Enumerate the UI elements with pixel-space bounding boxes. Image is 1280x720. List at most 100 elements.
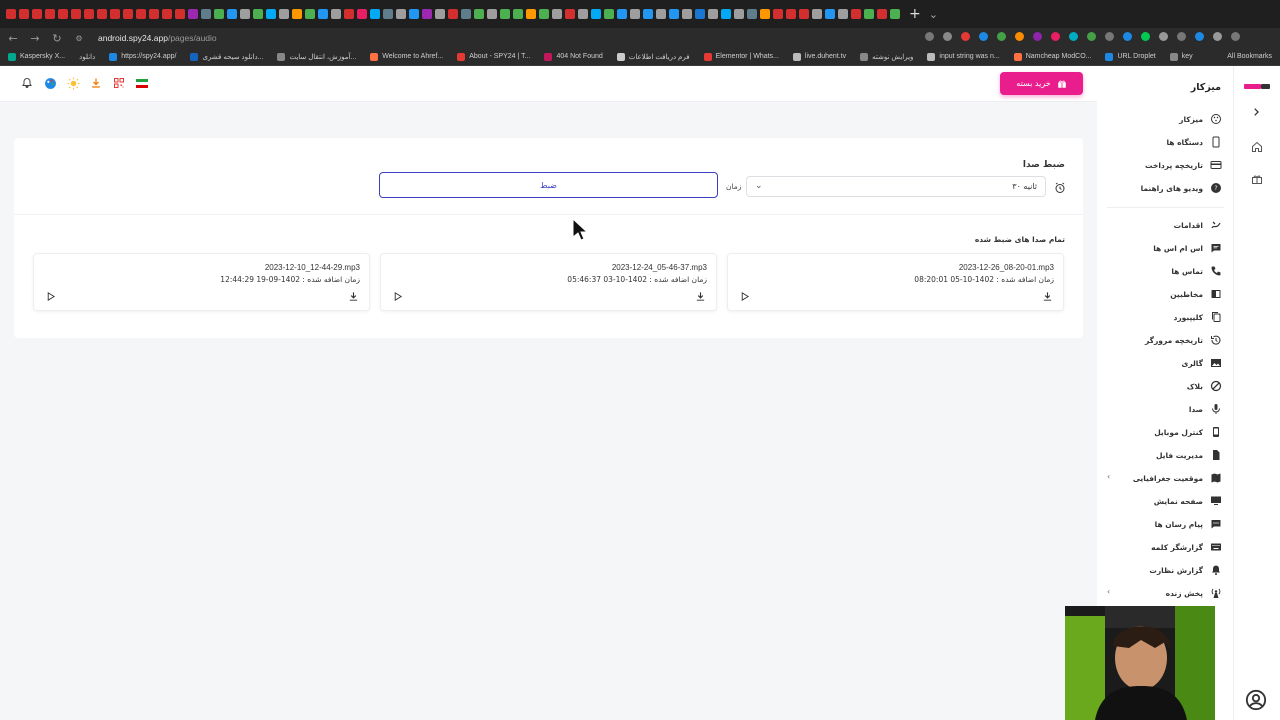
forward-icon[interactable]: → [26, 32, 44, 45]
sidebar-item-file-manager[interactable]: مدیریت فایل [1098, 446, 1223, 464]
extension-icon[interactable] [1123, 32, 1132, 41]
tab-favicon[interactable] [97, 9, 107, 19]
tab-favicon[interactable] [84, 9, 94, 19]
tab-favicon[interactable] [890, 9, 900, 19]
bookmark-item[interactable]: دانلود [79, 53, 95, 61]
buy-package-button[interactable]: خرید بسته [1000, 72, 1083, 95]
bookmark-star-icon[interactable] [943, 32, 952, 41]
notification-bell-icon[interactable] [20, 76, 34, 90]
sidebar-item-payment-history[interactable]: تاریخچه پرداخت [1098, 156, 1223, 174]
download-icon[interactable] [695, 287, 706, 306]
extension-icon[interactable] [979, 32, 988, 41]
extension-icon[interactable] [1105, 32, 1114, 41]
tab-favicon[interactable] [747, 9, 757, 19]
tab-favicon[interactable] [526, 9, 536, 19]
gift-icon[interactable] [1251, 170, 1263, 189]
tab-favicon[interactable] [435, 9, 445, 19]
home-icon[interactable] [1251, 138, 1263, 157]
tab-favicon[interactable] [19, 9, 29, 19]
tab-favicon[interactable] [266, 9, 276, 19]
record-button[interactable]: ضبط [379, 172, 718, 198]
tab-favicon[interactable] [786, 9, 796, 19]
download-icon[interactable] [89, 76, 103, 90]
tab-favicon[interactable] [500, 9, 510, 19]
sun-icon[interactable] [66, 76, 80, 90]
tab-favicon[interactable] [214, 9, 224, 19]
address-bar[interactable]: android.spy24.app/pages/audio [98, 33, 217, 43]
sidebar-item-dashboard[interactable]: میزکار [1098, 110, 1223, 128]
tab-favicon[interactable] [461, 9, 471, 19]
bookmark-item[interactable]: About - SPY24 | T... [457, 52, 530, 61]
extension-icon[interactable] [1087, 32, 1096, 41]
extension-icon[interactable] [1015, 32, 1024, 41]
sidebar-item-screen[interactable]: صفحه نمایش [1098, 492, 1223, 510]
bookmark-item[interactable]: live.duhent.tv [792, 52, 846, 61]
tab-favicon[interactable] [344, 9, 354, 19]
tab-favicon[interactable] [565, 9, 575, 19]
tab-favicon[interactable] [617, 9, 627, 19]
tab-favicon[interactable] [279, 9, 289, 19]
sidebar-item-monitoring-report[interactable]: گزارش نظارت [1098, 561, 1223, 579]
site-info-icon[interactable]: ⚙ [70, 34, 88, 43]
sidebar-item-keylogger[interactable]: گزارشگر کلمه [1098, 538, 1223, 556]
tab-favicon[interactable] [539, 9, 549, 19]
reload-icon[interactable]: ↻ [48, 32, 66, 45]
tab-favicon[interactable] [695, 9, 705, 19]
tab-favicon[interactable] [578, 9, 588, 19]
bookmark-item[interactable]: ویرایش نوشته [860, 52, 913, 61]
sidebar-item-mobile-control[interactable]: کنترل موبایل [1098, 423, 1223, 441]
tab-favicon[interactable] [448, 9, 458, 19]
bookmark-item[interactable]: URL Droplet [1105, 52, 1156, 61]
sidebar-item-devices[interactable]: دستگاه ها [1098, 133, 1223, 151]
bookmark-item[interactable]: فرم دریافت اطلاعات [616, 52, 690, 61]
sidebar-item-block[interactable]: بلاک [1098, 377, 1223, 395]
tab-favicon[interactable] [253, 9, 263, 19]
bookmark-item[interactable]: Elementor | Whats... [703, 52, 779, 61]
play-icon[interactable] [392, 287, 403, 306]
tab-favicon[interactable] [383, 9, 393, 19]
tab-favicon[interactable] [708, 9, 718, 19]
tab-favicon[interactable] [682, 9, 692, 19]
sidebar-item-browser-history[interactable]: تاریخچه مرورگر [1098, 331, 1223, 349]
palette-icon[interactable] [43, 76, 57, 90]
sidebar-item-help-videos[interactable]: ویدیو های راهنما ? [1098, 179, 1223, 197]
tab-search-icon[interactable]: ⌄ [929, 8, 938, 21]
sidebar-item-location[interactable]: موقعیت جغرافیایی [1098, 469, 1223, 487]
tab-favicon[interactable] [604, 9, 614, 19]
sidebar-item-sms[interactable]: اس ام اس ها [1098, 239, 1223, 257]
tab-favicon[interactable] [292, 9, 302, 19]
tab-favicon[interactable] [487, 9, 497, 19]
tab-favicon[interactable] [58, 9, 68, 19]
tab-favicon[interactable] [825, 9, 835, 19]
extension-icon[interactable] [997, 32, 1006, 41]
user-avatar-icon[interactable] [1245, 689, 1267, 715]
bookmark-item[interactable]: input string was n... [927, 52, 1000, 61]
tab-favicon[interactable] [175, 9, 185, 19]
play-icon[interactable] [739, 287, 750, 306]
tab-favicon[interactable] [357, 9, 367, 19]
tab-favicon[interactable] [643, 9, 653, 19]
menu-icon[interactable] [1231, 32, 1240, 41]
extension-icon[interactable] [1159, 32, 1168, 41]
sidebar-item-messengers[interactable]: پیام رسان ها [1098, 515, 1223, 533]
extension-icon[interactable] [1141, 32, 1150, 41]
bookmark-item[interactable]: دانلود سیحه قشری... [190, 52, 263, 61]
new-tab-icon[interactable]: + [909, 6, 921, 22]
tab-favicon[interactable] [422, 9, 432, 19]
tab-favicon[interactable] [799, 9, 809, 19]
tab-favicon[interactable] [227, 9, 237, 19]
tab-favicon[interactable] [110, 9, 120, 19]
extension-icon[interactable] [1033, 32, 1042, 41]
tab-favicon[interactable] [812, 9, 822, 19]
tab-favicon[interactable] [669, 9, 679, 19]
tab-favicon[interactable] [552, 9, 562, 19]
bookmark-item[interactable]: Welcome to Ahref... [370, 52, 443, 61]
tab-favicon[interactable] [71, 9, 81, 19]
tab-favicon[interactable] [136, 9, 146, 19]
extension-icon[interactable] [961, 32, 970, 41]
tab-favicon[interactable] [721, 9, 731, 19]
qr-code-icon[interactable] [112, 76, 126, 90]
tab-favicon[interactable] [591, 9, 601, 19]
download-icon[interactable] [1042, 287, 1053, 306]
sidebar-item-actions[interactable]: اقدامات [1098, 216, 1223, 234]
